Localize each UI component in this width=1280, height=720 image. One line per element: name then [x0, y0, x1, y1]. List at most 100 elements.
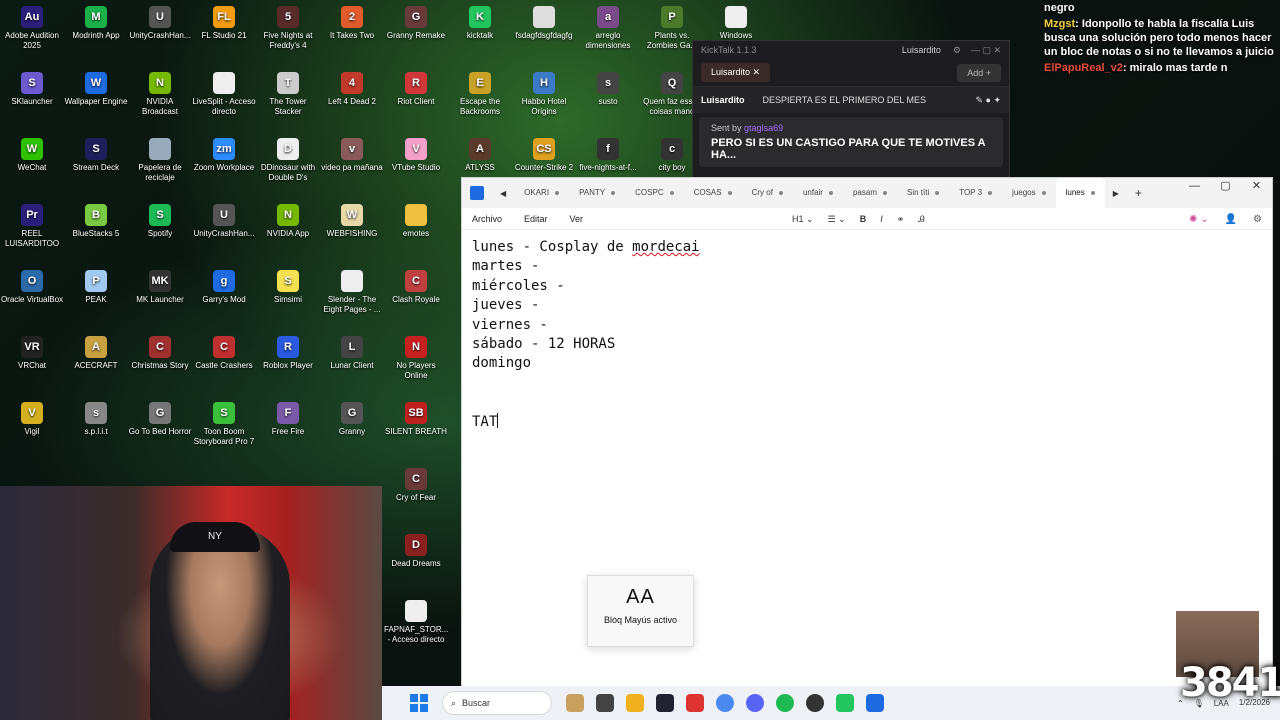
menu-editar[interactable]: Editar — [524, 214, 548, 224]
desktop-icon[interactable]: N NVIDIA App — [256, 204, 320, 239]
desktop-icon[interactable]: U UnityCrashHan... — [128, 6, 192, 41]
unsaved-dot-icon[interactable] — [555, 191, 560, 195]
taskbar-app-icon[interactable] — [806, 694, 824, 712]
notepad-editor[interactable]: lunes - Cosplay de mordecai martes - miérc… — [462, 230, 1272, 440]
desktop-icon[interactable]: 2 It Takes Two — [320, 6, 384, 41]
desktop-icon[interactable]: emotes — [384, 204, 448, 239]
unsaved-dot-icon[interactable] — [1090, 191, 1095, 195]
window-controls[interactable]: — ▢ ✕ — [971, 45, 1001, 56]
desktop-icon[interactable]: A ATLYSS — [448, 138, 512, 173]
desktop-icon[interactable]: E Escape the Backrooms — [448, 72, 512, 117]
notepad-tab[interactable]: OKARI — [514, 178, 569, 208]
settings-icon[interactable]: ⚙ — [953, 45, 961, 56]
desktop-icon[interactable]: L Lunar Client — [320, 336, 384, 371]
spotify-icon[interactable] — [776, 694, 794, 712]
unsaved-dot-icon[interactable] — [882, 191, 887, 195]
italic-icon[interactable]: I — [880, 214, 883, 224]
desktop-icon[interactable]: S Spotify — [128, 204, 192, 239]
heading-select[interactable]: H1 ⌄ — [792, 214, 814, 225]
desktop-icon[interactable]: Papelera de reciclaje — [128, 138, 192, 183]
kicktalk-icon[interactable] — [836, 694, 854, 712]
taskbar-app-icon[interactable] — [686, 694, 704, 712]
desktop-icon[interactable]: N No Players Online — [384, 336, 448, 381]
desktop-icon[interactable]: C Christmas Story — [128, 336, 192, 371]
desktop-icon[interactable]: C Cry of Fear — [384, 468, 448, 503]
pin-icon[interactable]: ✎ ● ✦ — [975, 95, 1001, 106]
desktop-icon[interactable]: S Toon Boom Storyboard Pro 7 — [192, 402, 256, 447]
desktop-icon[interactable]: G Go To Bed Horror — [128, 402, 192, 437]
sender-name[interactable]: gtaglsa69 — [744, 123, 783, 133]
link-icon[interactable]: ⚭ — [897, 214, 905, 225]
tab-scroll-right-icon[interactable]: ▶ — [1105, 189, 1127, 198]
notepad-tab[interactable]: juegos — [1002, 178, 1056, 208]
desktop-icon[interactable]: CS Counter-Strike 2 — [512, 138, 576, 173]
list-icon[interactable]: ☰ ⌄ — [828, 214, 846, 225]
misspelled-word[interactable]: mordecai — [632, 239, 699, 255]
chrome-icon[interactable] — [716, 694, 734, 712]
notepad-tab[interactable]: pasam — [843, 178, 897, 208]
start-button[interactable] — [410, 694, 428, 712]
desktop-icon[interactable]: V Vigil — [0, 402, 64, 437]
unsaved-dot-icon[interactable] — [935, 191, 940, 195]
desktop-icon[interactable]: Pr REEL LUISARDITOO — [0, 204, 64, 249]
desktop-icon[interactable]: VR VRChat — [0, 336, 64, 371]
gear-icon[interactable]: ⚙ — [1253, 214, 1262, 225]
desktop-icon[interactable]: SB SILENT BREATH — [384, 402, 448, 437]
desktop-icon[interactable]: N NVIDIA Broadcast — [128, 72, 192, 117]
desktop-icon[interactable]: f five-nights-at-f... — [576, 138, 640, 173]
desktop-icon[interactable]: LiveSplit - Acceso directo — [192, 72, 256, 117]
desktop-icon[interactable]: C Clash Royale — [384, 270, 448, 305]
notepad-tab[interactable]: Cry of — [742, 178, 793, 208]
desktop-icon[interactable]: V VTube Studio — [384, 138, 448, 173]
desktop-icon[interactable]: fsdagfdsgfdagfg — [512, 6, 576, 41]
account-icon[interactable]: 👤 — [1225, 214, 1237, 225]
notepad-tab[interactable]: unfair — [793, 178, 843, 208]
desktop-icon[interactable]: A ACECRAFT — [64, 336, 128, 371]
desktop-icon[interactable]: S Simsimi — [256, 270, 320, 305]
unsaved-dot-icon[interactable] — [828, 191, 833, 195]
desktop-icon[interactable]: g Garry's Mod — [192, 270, 256, 305]
desktop-icon[interactable]: G Granny Remake — [384, 6, 448, 41]
unsaved-dot-icon[interactable] — [727, 191, 732, 195]
unsaved-dot-icon[interactable] — [988, 191, 993, 195]
taskbar-app-icon[interactable] — [566, 694, 584, 712]
taskbar-search[interactable]: ⌕ Buscar — [442, 691, 552, 715]
notepad-tab[interactable]: PANTY — [569, 178, 625, 208]
desktop-icon[interactable]: FAPNAF_STOR... - Acceso directo — [384, 600, 448, 645]
kicktalk-user[interactable]: Luisardito — [902, 45, 941, 55]
desktop-icon[interactable]: D DDinosaur with Double D's — [256, 138, 320, 183]
desktop-icon[interactable]: MK MK Launcher — [128, 270, 192, 305]
notepad-icon[interactable] — [866, 694, 884, 712]
desktop-icon[interactable]: Kkicktalk — [448, 6, 512, 41]
pinned-user[interactable]: Luisardito — [701, 95, 745, 105]
taskbar-app-icon[interactable] — [596, 694, 614, 712]
unsaved-dot-icon[interactable] — [611, 191, 616, 195]
desktop-icon[interactable]: 5 Five Nights at Freddy's 4 — [256, 6, 320, 51]
notepad-tab[interactable]: COSPC — [625, 178, 683, 208]
desktop-icon[interactable]: s susto — [576, 72, 640, 107]
desktop-icon[interactable]: B BlueStacks 5 — [64, 204, 128, 239]
minimize-icon[interactable]: — — [1179, 178, 1210, 208]
add-button[interactable]: Add + — [957, 63, 1001, 82]
desktop-icon[interactable]: v video pa mañana — [320, 138, 384, 173]
close-icon[interactable]: ✕ — [753, 67, 761, 77]
desktop-icon[interactable]: U UnityCrashHan... — [192, 204, 256, 239]
maximize-icon[interactable]: ▢ — [1210, 178, 1241, 208]
desktop-icon[interactable]: zm Zoom Workplace — [192, 138, 256, 173]
desktop-icon[interactable]: S SKlauncher — [0, 72, 64, 107]
desktop-icon[interactable]: O Oracle VirtualBox — [0, 270, 64, 305]
desktop-icon[interactable]: S Stream Deck — [64, 138, 128, 173]
desktop-icon[interactable]: W Wallpaper Engine — [64, 72, 128, 107]
notepad-tab[interactable]: COSAS — [684, 178, 742, 208]
unsaved-dot-icon[interactable] — [778, 191, 783, 195]
notepad-tab[interactable]: Sin títi — [897, 178, 949, 208]
desktop-icon[interactable]: W WeChat — [0, 138, 64, 173]
close-icon[interactable]: ✕ — [1241, 178, 1272, 208]
notepad-window[interactable]: ◀ OKARI PANTY COSPC COSAS Cry of unfair pasam S… — [461, 177, 1273, 687]
notepad-tab[interactable]: TOP 3 — [949, 178, 1002, 208]
folder-icon[interactable] — [626, 694, 644, 712]
desktop-icon[interactable]: Au Adobe Audition 2025 — [0, 6, 64, 51]
desktop-icon[interactable]: a arreglo dimensiones — [576, 6, 640, 51]
copilot-icon[interactable]: ✺ ⌄ — [1189, 214, 1209, 225]
discord-icon[interactable] — [746, 694, 764, 712]
